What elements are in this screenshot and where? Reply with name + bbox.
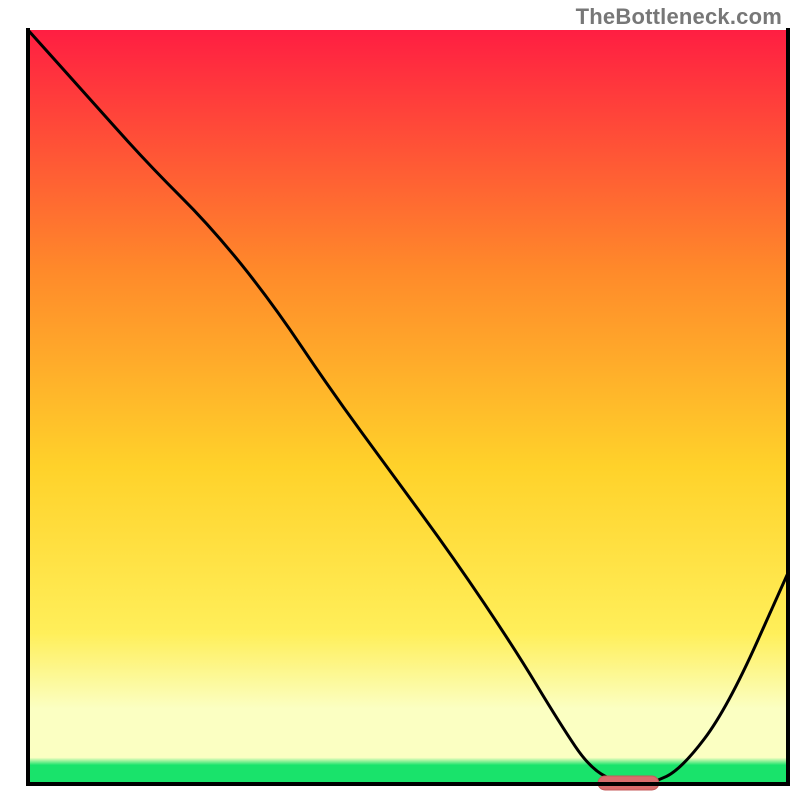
gradient-background [28,30,788,784]
chart-stage: TheBottleneck.com [0,0,800,800]
bottleneck-chart [0,0,800,800]
